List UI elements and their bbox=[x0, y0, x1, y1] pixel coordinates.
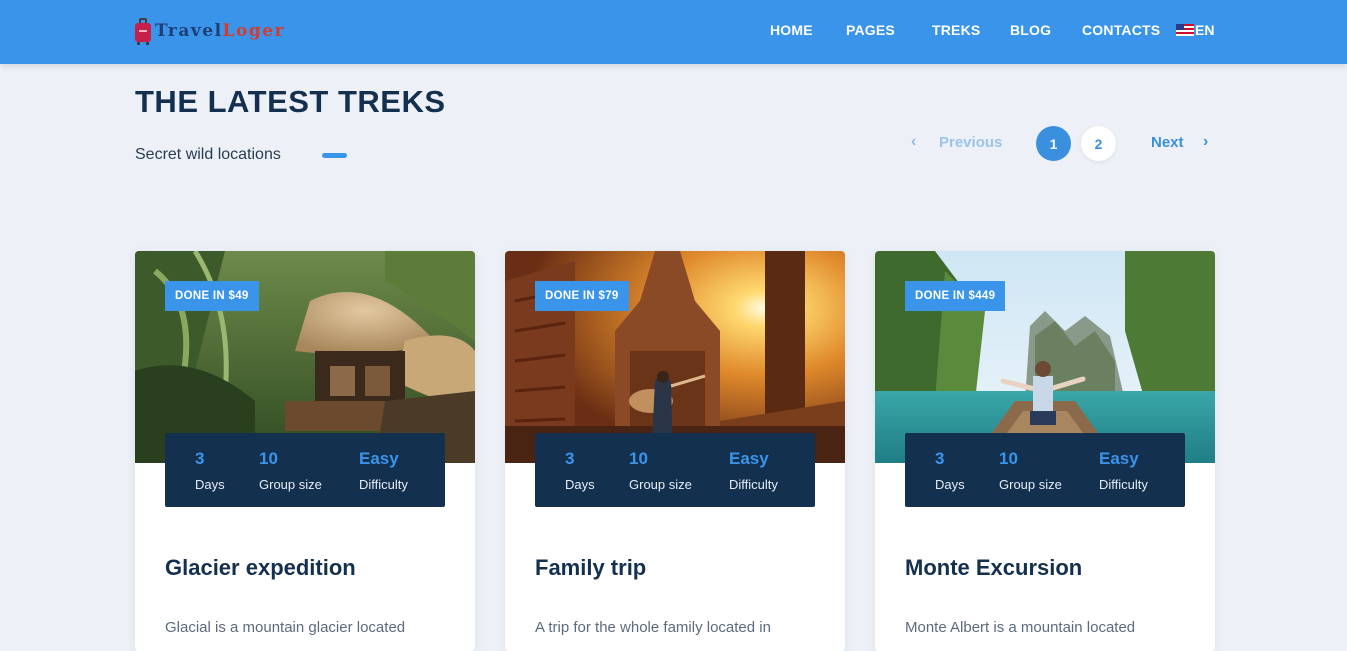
language-selector[interactable]: EN bbox=[1176, 22, 1214, 38]
navbar: TravelLoger HOME PAGES TREKS BLOG CONTAC… bbox=[0, 0, 1347, 64]
logo-text-travel: Travel bbox=[155, 21, 223, 41]
group-size-value: 10 bbox=[629, 449, 648, 468]
chevron-left-icon[interactable]: ‹ bbox=[911, 133, 916, 151]
difficulty-value: Easy bbox=[729, 449, 769, 468]
trek-title[interactable]: Family trip bbox=[535, 555, 646, 581]
chevron-right-icon[interactable]: › bbox=[1203, 133, 1208, 151]
days-value: 3 bbox=[195, 449, 205, 468]
trek-card[interactable]: DONE IN $49 3 Days 10 Group size Easy Di… bbox=[135, 251, 475, 651]
trek-description: Monte Albert is a mountain located bbox=[905, 619, 1136, 636]
logo-text: TravelLoger bbox=[155, 21, 285, 41]
group-size-label: Group size bbox=[629, 477, 692, 492]
page-2-button[interactable]: 2 bbox=[1081, 126, 1116, 161]
difficulty-value: Easy bbox=[359, 449, 399, 468]
section-subtitle: Secret wild locations bbox=[135, 146, 281, 163]
us-flag-icon bbox=[1176, 24, 1194, 36]
group-size-label: Group size bbox=[999, 477, 1062, 492]
trek-image-tropical-huts[interactable]: DONE IN $49 bbox=[135, 251, 475, 463]
nav-blog[interactable]: BLOG bbox=[1010, 22, 1051, 38]
logo[interactable]: TravelLoger bbox=[135, 14, 285, 48]
price-badge: DONE IN $449 bbox=[905, 281, 1006, 311]
days-value: 3 bbox=[935, 449, 945, 468]
trek-stats-panel: 3 Days 10 Group size Easy Difficulty bbox=[165, 433, 445, 507]
previous-page-button[interactable]: Previous bbox=[939, 134, 1002, 151]
days-label: Days bbox=[935, 477, 965, 492]
suitcase-icon bbox=[135, 18, 151, 45]
nav-contacts[interactable]: CONTACTS bbox=[1082, 22, 1160, 38]
difficulty-value: Easy bbox=[1099, 449, 1139, 468]
trek-image-temple-sunset[interactable]: DONE IN $79 bbox=[505, 251, 845, 463]
group-size-label: Group size bbox=[259, 477, 322, 492]
trek-card[interactable]: DONE IN $79 3 Days 10 Group size Easy Di… bbox=[505, 251, 845, 651]
trek-title[interactable]: Glacier expedition bbox=[165, 555, 356, 581]
nav-treks[interactable]: TREKS bbox=[932, 22, 980, 38]
price-badge: DONE IN $79 bbox=[535, 281, 629, 311]
trek-title[interactable]: Monte Excursion bbox=[905, 555, 1082, 581]
days-label: Days bbox=[565, 477, 595, 492]
trek-description: Glacial is a mountain glacier located bbox=[165, 619, 406, 636]
accent-bar bbox=[322, 153, 347, 158]
price-badge: DONE IN $49 bbox=[165, 281, 259, 311]
difficulty-label: Difficulty bbox=[359, 477, 408, 492]
language-label: EN bbox=[1195, 22, 1215, 38]
days-value: 3 bbox=[565, 449, 575, 468]
days-label: Days bbox=[195, 477, 225, 492]
trek-image-lake-boat[interactable]: DONE IN $449 bbox=[875, 251, 1215, 463]
nav-pages[interactable]: PAGES bbox=[846, 22, 895, 38]
difficulty-label: Difficulty bbox=[729, 477, 778, 492]
group-size-value: 10 bbox=[259, 449, 278, 468]
trek-stats-panel: 3 Days 10 Group size Easy Difficulty bbox=[905, 433, 1185, 507]
difficulty-label: Difficulty bbox=[1099, 477, 1148, 492]
trek-stats-panel: 3 Days 10 Group size Easy Difficulty bbox=[535, 433, 815, 507]
group-size-value: 10 bbox=[999, 449, 1018, 468]
section-title: THE LATEST TREKS bbox=[135, 84, 446, 119]
trek-card[interactable]: DONE IN $449 3 Days 10 Group size Easy D… bbox=[875, 251, 1215, 651]
logo-text-loger: Loger bbox=[222, 21, 285, 41]
next-page-button[interactable]: Next bbox=[1151, 134, 1184, 151]
trek-description: A trip for the whole family located in bbox=[535, 619, 771, 636]
page-1-button[interactable]: 1 bbox=[1036, 126, 1071, 161]
nav-home[interactable]: HOME bbox=[770, 22, 813, 38]
